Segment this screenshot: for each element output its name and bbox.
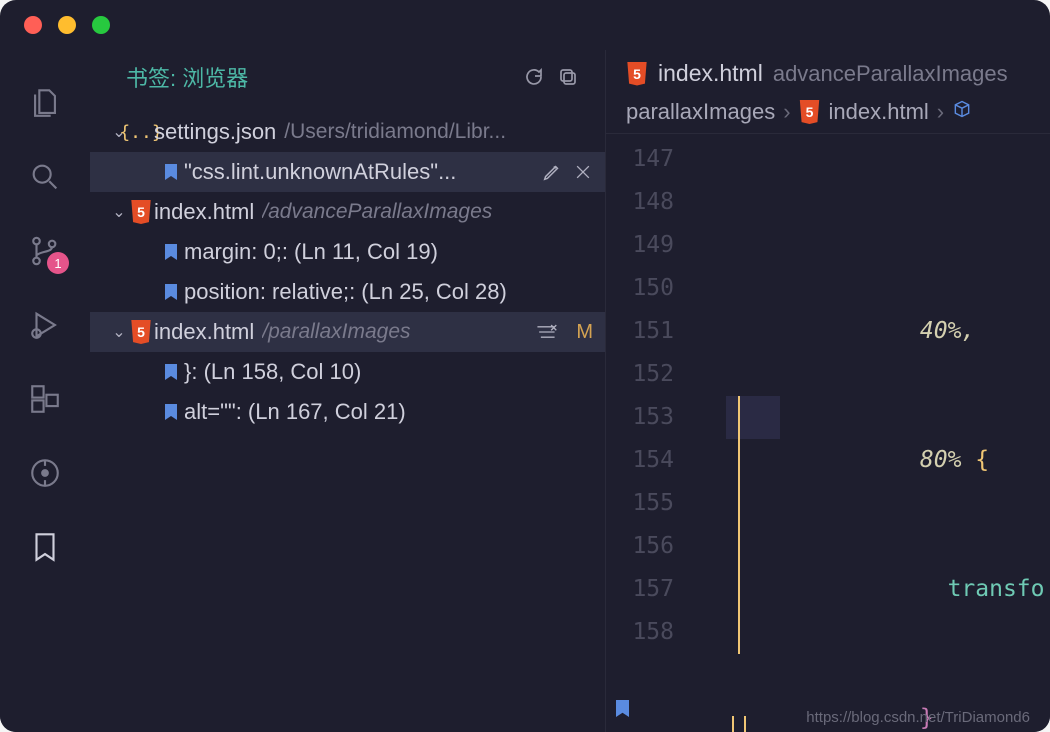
bookmarks-sidebar: 书签: 浏览器 ⌄ {..} settings.json /Users/trid… [90, 50, 606, 732]
bookmarks-tree: ⌄ {..} settings.json /Users/tridiamond/L… [90, 112, 605, 732]
extensions-icon [28, 382, 62, 416]
bookmark-icon [158, 244, 184, 260]
html-file-icon: 5 [626, 62, 648, 86]
file-name: index.html [154, 319, 254, 345]
file-path: /advanceParallaxImages [262, 200, 492, 224]
breadcrumb-file[interactable]: index.html [829, 99, 929, 125]
bookmark-label: "css.lint.unknownAtRules"... [184, 159, 456, 185]
minimize-window-button[interactable] [58, 16, 76, 34]
editor-pane: 5 index.html advanceParallaxImages paral… [606, 50, 1050, 732]
copy-icon [556, 65, 580, 89]
extensions-tab[interactable] [23, 362, 67, 436]
close-window-button[interactable] [24, 16, 42, 34]
gutter-bookmark-icon[interactable] [616, 700, 629, 717]
titlebar[interactable] [0, 0, 1050, 50]
clear-all-icon[interactable] [534, 321, 558, 343]
bookmark-icon [28, 530, 62, 564]
bookmark-item[interactable]: position: relative;: (Ln 25, Col 28) [90, 272, 605, 312]
html-file-icon: 5 [128, 320, 154, 344]
tree-group-header[interactable]: ⌄ 5 index.html /advanceParallaxImages [90, 192, 605, 232]
file-path: /Users/tridiamond/Libr... [284, 120, 506, 144]
tree-group-header[interactable]: ⌄ {..} settings.json /Users/tridiamond/L… [90, 112, 605, 152]
edit-icon[interactable] [541, 161, 563, 183]
file-path: /parallaxImages [262, 320, 410, 344]
main-body: 1 书签: 浏览器 [0, 50, 1050, 732]
bookmark-label: }: (Ln 158, Col 10) [184, 359, 361, 385]
app-window: 1 书签: 浏览器 [0, 0, 1050, 732]
tab-filename[interactable]: index.html [658, 60, 763, 87]
breadcrumbs[interactable]: parallaxImages › 5 index.html › [606, 91, 1050, 134]
file-name: index.html [154, 199, 254, 225]
bookmark-icon [158, 404, 184, 420]
sidebar-header: 书签: 浏览器 [90, 50, 605, 112]
bookmark-item[interactable]: alt="": (Ln 167, Col 21) [90, 392, 605, 432]
caret-indicator [732, 716, 746, 732]
current-line-highlight [726, 396, 780, 439]
symbol-icon [952, 99, 972, 125]
remote-icon [28, 456, 62, 490]
scm-badge: 1 [47, 252, 69, 274]
files-icon [28, 86, 62, 120]
bookmark-icon [158, 284, 184, 300]
bookmark-item[interactable]: "css.lint.unknownAtRules"... [90, 152, 605, 192]
bookmark-label: margin: 0;: (Ln 11, Col 19) [184, 239, 438, 265]
line-number-gutter: 147 148 149 150 151 152 153 154 155 156 … [606, 134, 726, 732]
editor-tabs: 5 index.html advanceParallaxImages [606, 50, 1050, 91]
sidebar-title: 书签: 浏览器 [126, 61, 517, 93]
copy-button[interactable] [551, 60, 585, 94]
json-file-icon: {..} [128, 122, 154, 143]
refresh-icon [522, 65, 546, 89]
watermark: https://blog.csdn.net/TriDiamond6 [806, 709, 1030, 726]
search-tab[interactable] [23, 140, 67, 214]
bookmarks-tab[interactable] [23, 510, 67, 584]
scm-tab[interactable]: 1 [23, 214, 67, 288]
breadcrumb-folder[interactable]: parallaxImages [626, 99, 775, 125]
code-area[interactable]: 147 148 149 150 151 152 153 154 155 156 … [606, 134, 1050, 732]
tab-folder: advanceParallaxImages [773, 61, 1008, 87]
bookmark-item[interactable]: }: (Ln 158, Col 10) [90, 352, 605, 392]
refresh-button[interactable] [517, 60, 551, 94]
tree-group-header[interactable]: ⌄ 5 index.html /parallaxImages M [90, 312, 605, 352]
chevron-down-icon: ⌄ [110, 202, 128, 222]
play-bug-icon [28, 308, 62, 342]
bookmark-label: position: relative;: (Ln 25, Col 28) [184, 279, 507, 305]
code-content[interactable]: 40%, 80% { transfo } } @media (max .gith… [726, 134, 1050, 732]
bookmark-icon [158, 164, 184, 180]
explorer-tab[interactable] [23, 66, 67, 140]
modified-indicator: M [576, 321, 593, 344]
activity-bar: 1 [0, 50, 90, 732]
breadcrumb-separator: › [937, 99, 944, 125]
breadcrumb-separator: › [783, 99, 790, 125]
file-name: settings.json [154, 119, 276, 145]
maximize-window-button[interactable] [92, 16, 110, 34]
bookmark-label: alt="": (Ln 167, Col 21) [184, 399, 406, 425]
close-icon[interactable] [573, 162, 593, 182]
run-debug-tab[interactable] [23, 288, 67, 362]
remote-tab[interactable] [23, 436, 67, 510]
bookmark-icon [158, 364, 184, 380]
html-file-icon: 5 [799, 100, 821, 124]
html-file-icon: 5 [128, 200, 154, 224]
indent-guide [738, 396, 740, 654]
search-icon [28, 160, 62, 194]
bookmark-item[interactable]: margin: 0;: (Ln 11, Col 19) [90, 232, 605, 272]
chevron-down-icon: ⌄ [110, 322, 128, 342]
